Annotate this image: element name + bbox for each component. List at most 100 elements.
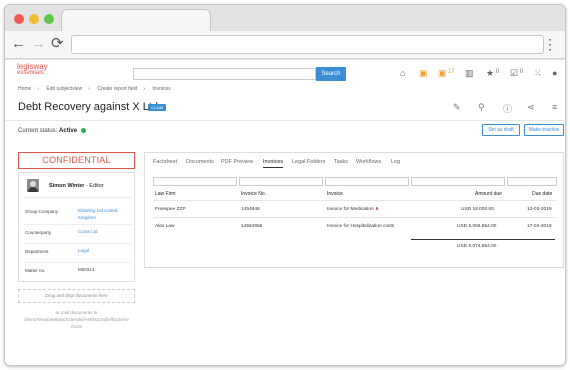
menu-icon[interactable]: ≡ (552, 102, 557, 112)
flag-icon[interactable]: ▣ (419, 68, 428, 78)
amount-cell: USD 18.000.00 (461, 207, 494, 212)
divider (23, 243, 131, 244)
claim-badge: CLAIM (148, 104, 167, 111)
law-firm-cell: Alex Law (155, 224, 175, 229)
search-button[interactable]: Search (316, 67, 346, 81)
column-header-invoice[interactable]: Invoice (327, 191, 343, 197)
edit-icon[interactable]: ✎ (453, 102, 461, 113)
star-icon[interactable]: ★ (486, 68, 494, 78)
tab-legal-folders[interactable]: Legal Folders (292, 159, 325, 165)
invoices-panel: Factsheet Documents PDF Preview Invoices… (144, 152, 564, 268)
divider (23, 197, 131, 198)
browser-tab[interactable] (61, 9, 211, 32)
minimize-window-button[interactable] (29, 14, 39, 24)
tab-pdf-preview[interactable]: PDF Preview (221, 159, 253, 165)
star-count: 0 (496, 69, 500, 75)
title-divider (5, 120, 565, 121)
back-arrow-icon[interactable]: ← (11, 35, 26, 53)
tab-workflows[interactable]: Workflows (356, 159, 381, 165)
info-icon[interactable]: ⓘ (503, 102, 512, 115)
status-active-dot-icon (80, 128, 86, 133)
tab-bar (5, 5, 565, 32)
browser-window: ← → ⟳ ⋮ legisway essentials Search ⌂ ▣ ▣… (4, 4, 566, 366)
invoice-cell-text: Invoice for Medication (327, 207, 374, 212)
search-input[interactable] (133, 68, 316, 80)
set-as-draft-button[interactable]: Set as draft (482, 124, 520, 136)
make-inactive-button[interactable]: Make inactive (524, 124, 564, 136)
close-window-button[interactable] (14, 14, 24, 24)
matter-no-label: Matter no. (25, 268, 46, 273)
law-firm-filter[interactable] (153, 177, 237, 186)
user-name: Simon Winter - Editor (49, 183, 104, 189)
breadcrumb-invoices[interactable]: Invoices (152, 86, 170, 92)
tab-factsheet[interactable]: Factsheet (153, 159, 177, 165)
reload-icon[interactable]: ⟳ (51, 35, 64, 53)
group-company-label: Group Company (25, 209, 59, 214)
law-firm-cell: Freespee ZZP (155, 207, 186, 212)
search-icon[interactable]: ⚲ (478, 102, 485, 113)
status-label: Current status: (18, 128, 58, 135)
invoice-cell: Invoice for Medication (327, 207, 379, 212)
invoice-no-cell: 1454848 (241, 207, 260, 212)
breadcrumb-create-report-field[interactable]: Create report field (97, 86, 137, 92)
breadcrumb-edit-subjectview[interactable]: Edit subjectview (46, 86, 82, 92)
due-date-filter[interactable] (507, 177, 557, 186)
group-company-link[interactable]: Ebbeling Ltd United Kingdom (78, 207, 130, 221)
check-icon[interactable]: ☑ (510, 68, 518, 78)
home-icon[interactable]: ⌂ (400, 68, 405, 78)
matter-no-value: M00314 (78, 267, 95, 272)
breadcrumb-home[interactable]: Home (18, 86, 31, 92)
book-icon[interactable]: ▥ (465, 68, 474, 78)
browser-menu-icon[interactable]: ⋮ (543, 35, 557, 53)
column-header-law-firm[interactable]: Law Firm (155, 191, 176, 197)
status-value: Active (59, 128, 78, 135)
forward-arrow-icon[interactable]: → (31, 35, 46, 53)
maximize-window-button[interactable] (44, 14, 54, 24)
share-icon[interactable]: ⋖ (527, 102, 535, 113)
legisway-logo[interactable]: legisway essentials (17, 63, 48, 77)
invoice-no-filter[interactable] (239, 177, 323, 186)
user-icon[interactable]: ● (552, 68, 557, 78)
amount-total: USD 5.074.854.00 (457, 244, 497, 249)
department-link[interactable]: Legal (78, 247, 130, 254)
column-header-due-date[interactable]: Due date (532, 191, 552, 197)
confidential-banner: CONFIDENTIAL (18, 152, 135, 169)
avatar (27, 179, 39, 192)
user-name-text: Simon Winter (49, 183, 85, 189)
alerts-count: 17 (448, 69, 455, 75)
mail-documents-text: or mail documents to DemoTemplateBasicEx… (24, 310, 129, 329)
tab-tasks[interactable]: Tasks (334, 159, 348, 165)
page-title: Debt Recovery against X Ltd (18, 101, 159, 113)
invoice-filter[interactable] (325, 177, 409, 186)
address-bar[interactable] (71, 35, 544, 54)
column-header-invoice-no[interactable]: Invoice No. (241, 191, 266, 197)
matter-info-card: Simon Winter - Editor Group Company Ebbe… (18, 172, 135, 282)
breadcrumb: Home › Edit subjectview › Create report fi… (18, 86, 171, 92)
app-page: legisway essentials Search ⌂ ▣ ▣ 17 ▥ ★ … (5, 60, 565, 365)
alerts-icon[interactable]: ▣ (438, 68, 447, 78)
document-drop-zone[interactable]: Drag and drop documents here (18, 289, 135, 303)
user-role: - Editor (85, 183, 104, 189)
invoice-no-cell: 14564656 (241, 224, 263, 229)
department-label: Department (25, 249, 49, 254)
due-date-cell: 17-04-2019 (527, 224, 552, 229)
apps-grid-icon[interactable]: ⁙ (534, 68, 542, 78)
divider (23, 224, 131, 225)
current-status: Current status: Active (18, 128, 86, 134)
invoice-cell: Invoice for Hospitalization costs (327, 224, 395, 229)
tab-documents[interactable]: Documents (186, 159, 214, 165)
check-count: 0 (520, 69, 524, 75)
logo-line1: legisway (17, 62, 48, 71)
tab-invoices[interactable]: Invoices (263, 159, 284, 168)
column-header-amount-due[interactable]: Amount due (475, 191, 502, 197)
tab-log[interactable]: Log (391, 159, 400, 165)
due-date-cell: 13-03-2019 (527, 207, 552, 212)
row-divider (153, 217, 557, 218)
header-divider (153, 200, 557, 201)
browser-toolbar: ← → ⟳ ⋮ (5, 31, 565, 59)
amount-due-filter[interactable] (411, 177, 505, 186)
logo-line2: essentials (17, 70, 44, 76)
counterparty-link[interactable]: Curas Ltd (78, 228, 130, 235)
flag-marker-icon (375, 207, 379, 210)
total-divider (411, 239, 555, 240)
